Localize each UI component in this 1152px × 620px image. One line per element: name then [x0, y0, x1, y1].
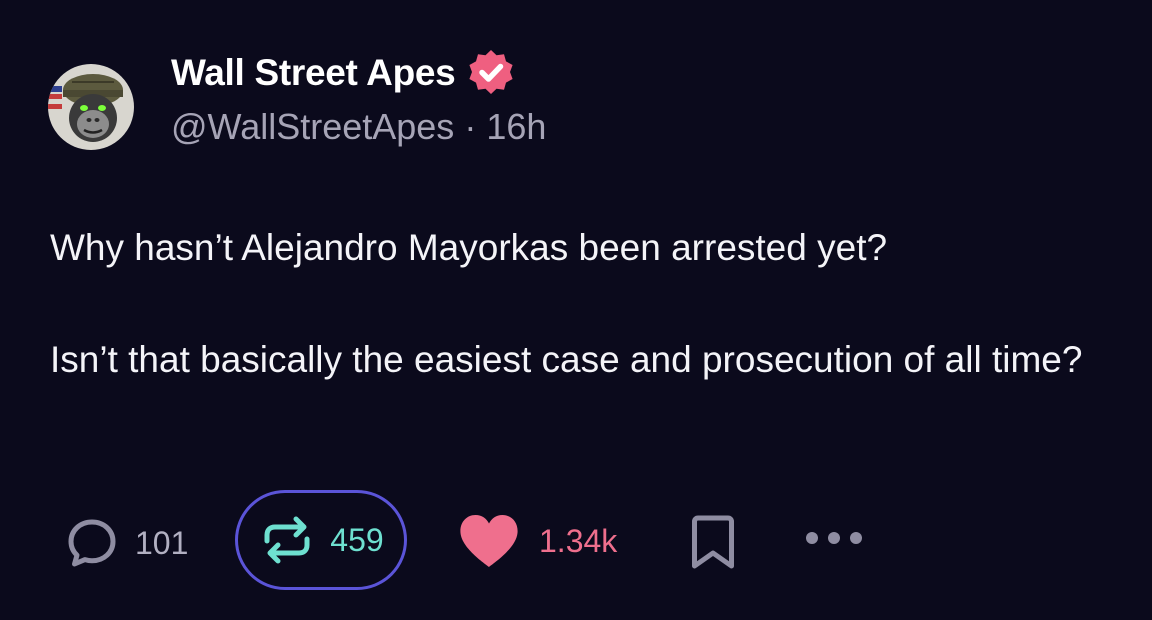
repost-arrows-icon [264, 516, 310, 564]
author-avatar[interactable] [48, 64, 134, 150]
author-name-row: Wall Street Apes [171, 48, 546, 98]
post-text-paragraph: Isn’t that basically the easiest case an… [50, 339, 1083, 380]
post-text-paragraph: Why hasn’t Alejandro Mayorkas been arres… [50, 227, 888, 268]
post-action-bar: 101 459 1.34k [0, 490, 1152, 596]
gorilla-avatar-icon [48, 64, 134, 150]
bookmark-icon [692, 515, 734, 569]
repost-button[interactable]: 459 [235, 490, 407, 590]
more-options-button[interactable] [804, 530, 864, 546]
bookmark-button[interactable] [689, 513, 737, 571]
more-dots-icon [806, 532, 862, 544]
post-timestamp[interactable]: 16h [486, 106, 546, 148]
repost-count: 459 [330, 521, 384, 558]
author-handle-row: @WallStreetApes · 16h [171, 106, 546, 148]
post-card: Wall Street Apes @WallStreetApes · 16h W… [0, 0, 1152, 620]
reply-button[interactable]: 101 [66, 517, 188, 569]
like-count: 1.34k [539, 522, 618, 559]
verified-badge-icon [466, 48, 516, 98]
reply-bubble-icon [68, 519, 116, 567]
author-info: Wall Street Apes @WallStreetApes · 16h [171, 48, 546, 148]
heart-icon [460, 515, 518, 567]
author-handle[interactable]: @WallStreetApes [171, 106, 454, 148]
reply-count: 101 [135, 524, 189, 561]
meta-separator: · [464, 106, 477, 147]
like-button[interactable]: 1.34k [458, 513, 617, 569]
author-display-name[interactable]: Wall Street Apes [171, 52, 456, 94]
